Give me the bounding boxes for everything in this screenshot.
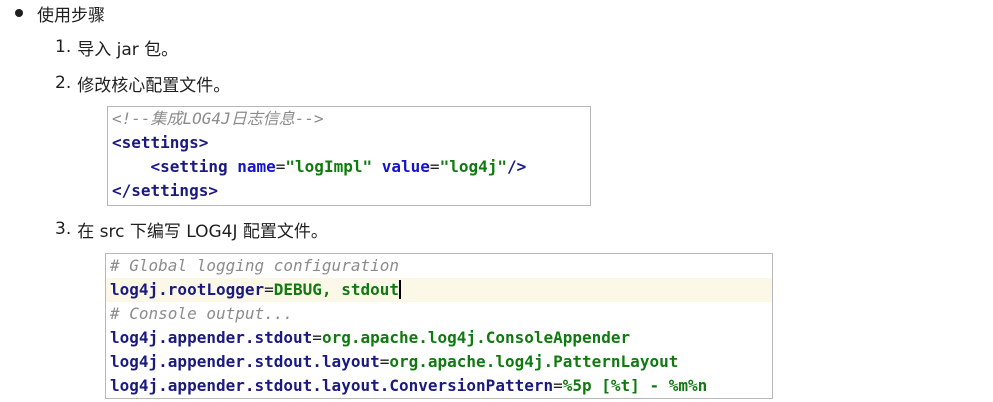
step-number: 3. <box>55 219 72 239</box>
settings-open-tag: <settings> <box>112 133 209 152</box>
props-value: org.apache.log4j.PatternLayout <box>389 352 679 371</box>
equals-sign: = <box>553 376 563 395</box>
props-key: log4j.appender.stdout.layout.ConversionP… <box>110 376 554 395</box>
props-comment: # Global logging configuration <box>110 256 399 275</box>
text-cursor <box>399 280 401 299</box>
equals-sign: = <box>312 328 322 347</box>
section-title: 使用步骤 <box>37 5 105 26</box>
equals-sign: = <box>379 352 390 371</box>
xml-comment: <!--集成LOG4J日志信息--> <box>112 109 324 128</box>
name-attr-value: "logImpl" <box>285 157 373 176</box>
props-value: %5p [%t] - %m%n <box>562 376 708 395</box>
bullet-icon <box>15 9 23 17</box>
code-line: </settings> <box>108 179 590 203</box>
code-line: # Console output... <box>106 302 772 326</box>
props-key: log4j.appender.stdout.layout <box>110 352 380 371</box>
step-item: 2. 修改核心配置文件。 <box>55 70 230 96</box>
section-heading: 使用步骤 <box>14 0 105 26</box>
settings-close-tag: </settings> <box>112 181 218 200</box>
xml-code-block[interactable]: <!--集成LOG4J日志信息--> <settings> <setting n… <box>107 106 591 206</box>
props-key: log4j.appender.stdout <box>110 328 313 347</box>
code-line: <setting name="logImpl" value="log4j"/> <box>108 155 590 179</box>
step-text: 修改核心配置文件。 <box>77 75 231 96</box>
props-key: log4j.rootLogger <box>110 280 265 299</box>
code-line: log4j.appender.stdout.layout.ConversionP… <box>106 374 772 398</box>
step-number: 1. <box>55 37 72 57</box>
props-value: org.apache.log4j.ConsoleAppender <box>321 328 631 347</box>
code-line: <settings> <box>108 131 590 155</box>
step-text: 导入 jar 包。 <box>77 39 179 60</box>
properties-code-block[interactable]: # Global logging configuration log4j.roo… <box>105 253 773 399</box>
equals-sign: = <box>275 157 286 176</box>
setting-tag: <setting <box>150 157 228 176</box>
code-line: log4j.appender.stdout=org.apache.log4j.C… <box>106 326 772 350</box>
equals-sign: = <box>264 280 274 299</box>
code-line: # Global logging configuration <box>106 254 772 278</box>
step-item: 1. 导入 jar 包。 <box>55 34 178 60</box>
step-item: 3. 在 src 下编写 LOG4J 配置文件。 <box>55 216 328 242</box>
code-line: <!--集成LOG4J日志信息--> <box>108 107 590 131</box>
code-line: log4j.appender.stdout.layout=org.apache.… <box>106 350 772 374</box>
props-comment: # Console output... <box>110 304 294 323</box>
value-attr-value: "log4j" <box>439 157 507 176</box>
equals-sign: = <box>429 157 440 176</box>
name-attr: name <box>237 157 276 176</box>
value-attr: value <box>381 157 430 176</box>
props-value: DEBUG, stdout <box>273 280 399 299</box>
code-line-current: log4j.rootLogger=DEBUG, stdout <box>106 278 772 302</box>
self-close-tag: /> <box>507 157 527 176</box>
step-number: 2. <box>55 73 72 93</box>
step-text: 在 src 下编写 LOG4J 配置文件。 <box>77 221 328 242</box>
